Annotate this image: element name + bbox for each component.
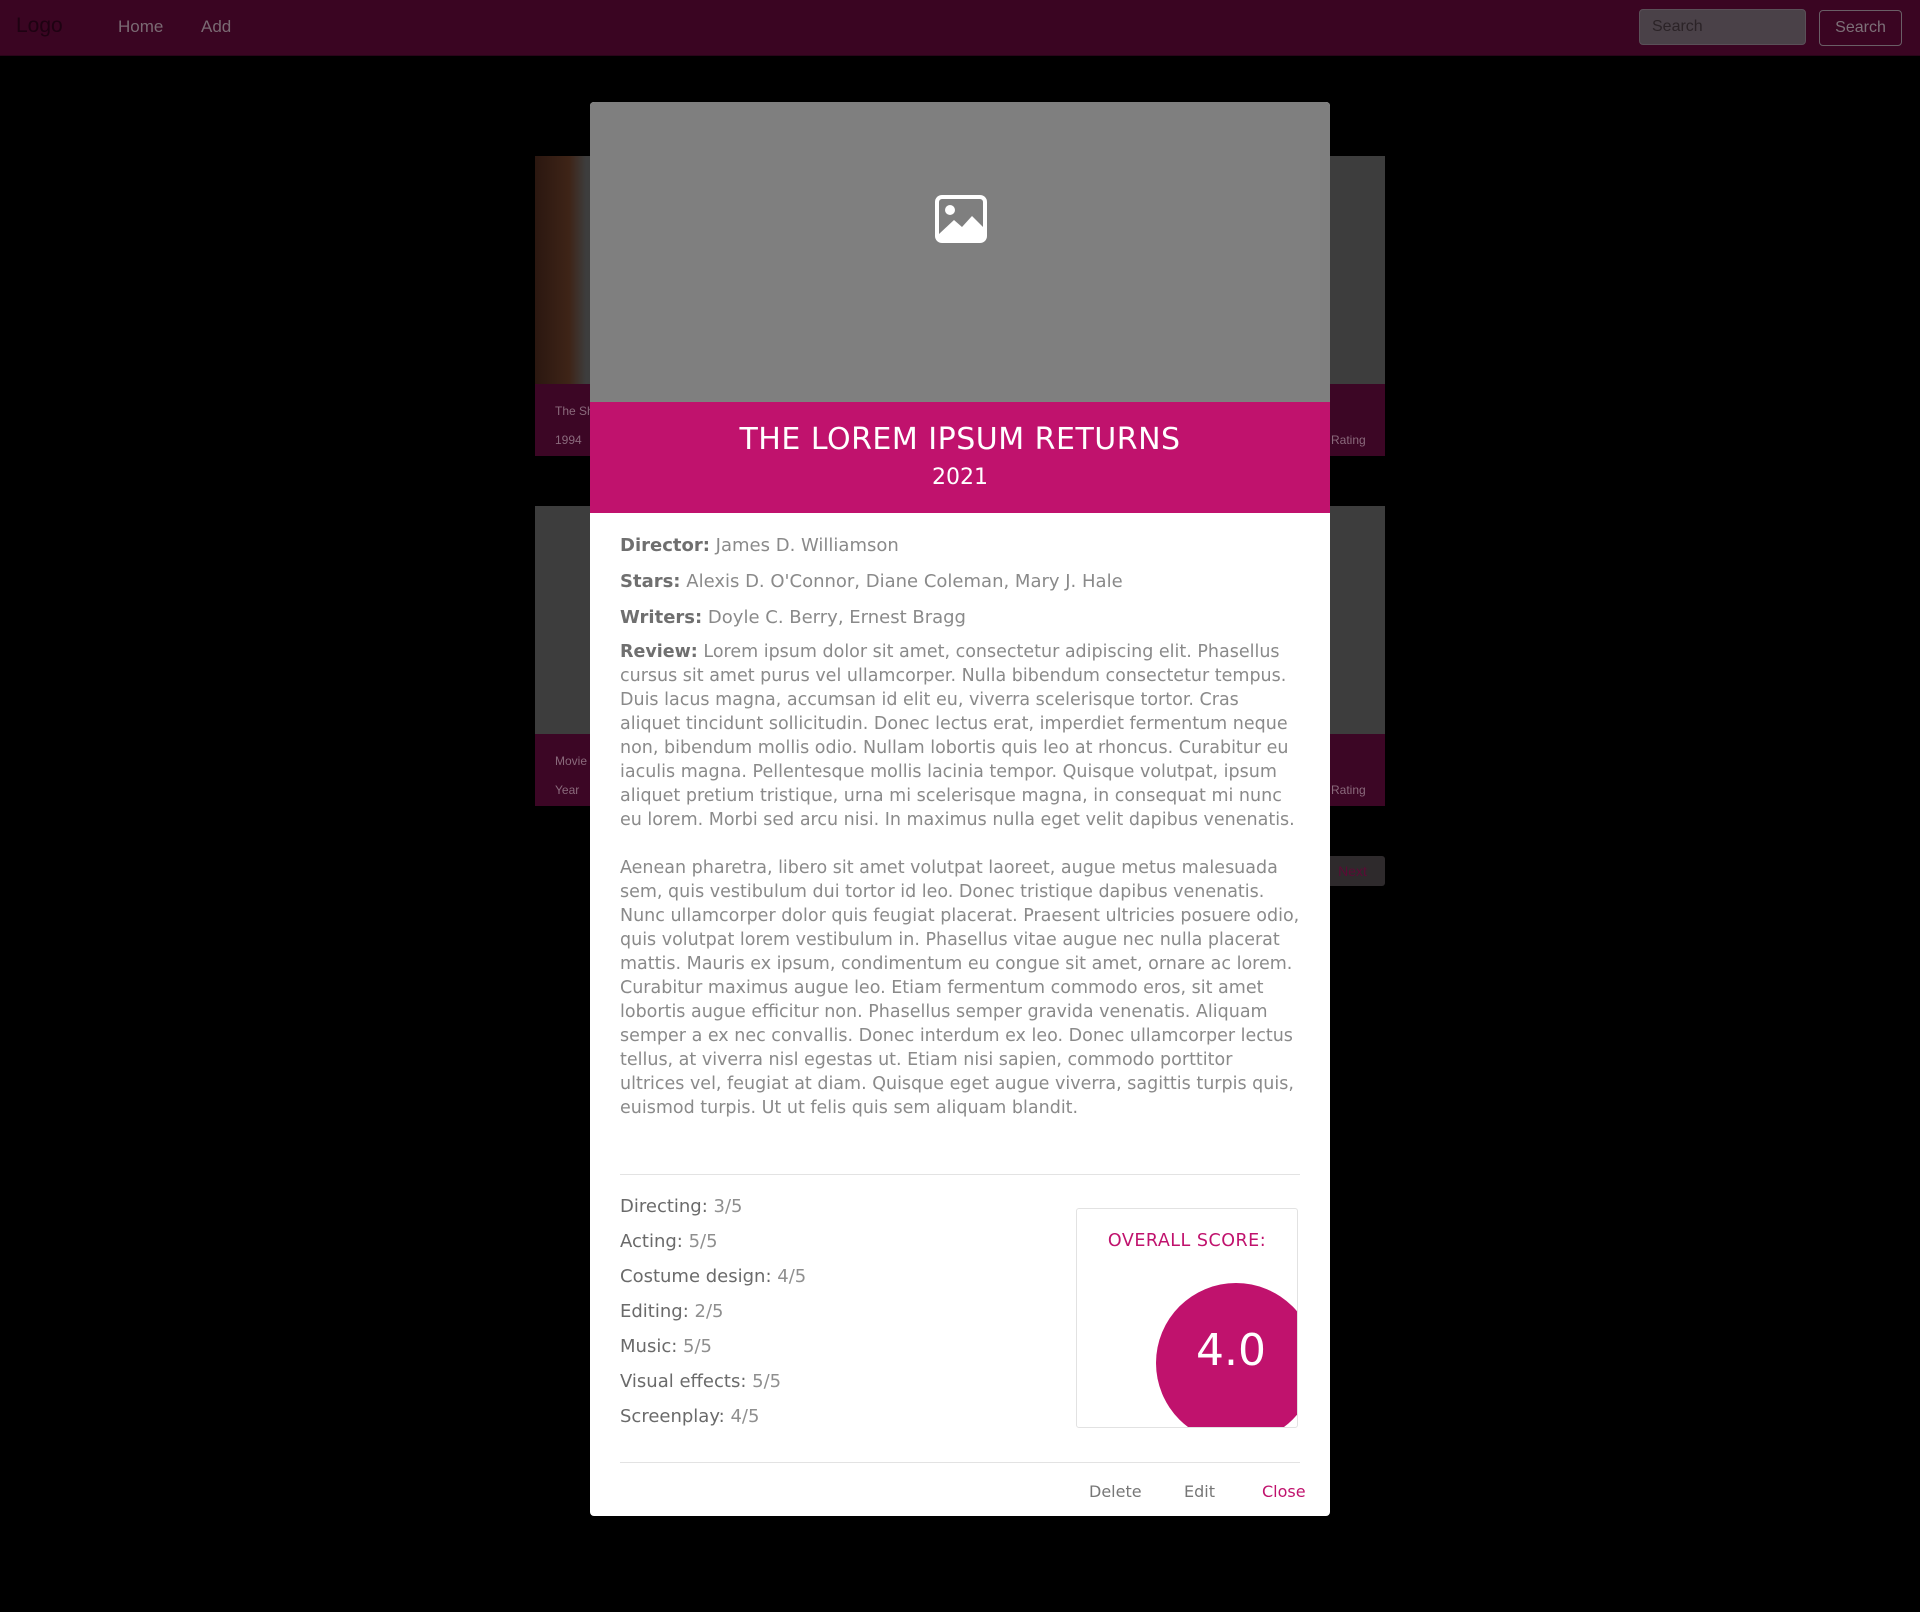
review-label: Review: bbox=[620, 642, 698, 662]
director-label: Director: bbox=[620, 535, 710, 556]
review-paragraph: Aenean pharetra, libero sit amet volutpa… bbox=[620, 858, 1300, 1118]
rating-value: 5/5 bbox=[683, 1336, 712, 1357]
movie-title: THE LOREM IPSUM RETURNS bbox=[739, 422, 1181, 457]
movie-header: THE LOREM IPSUM RETURNS 2021 bbox=[590, 402, 1330, 513]
stars-row: Stars: Alexis D. O'Connor, Diane Coleman… bbox=[620, 571, 1123, 592]
movie-detail-modal: THE LOREM IPSUM RETURNS 2021 Director: J… bbox=[590, 102, 1330, 1516]
writers-value: Doyle C. Berry, Ernest Bragg bbox=[707, 607, 966, 628]
rating-value: 5/5 bbox=[688, 1231, 718, 1252]
writers-label: Writers: bbox=[620, 607, 703, 628]
stars-value: Alexis D. O'Connor, Diane Coleman, Mary … bbox=[686, 571, 1123, 592]
section-divider bbox=[620, 1174, 1300, 1175]
writers-row: Writers: Doyle C. Berry, Ernest Bragg bbox=[620, 607, 966, 628]
edit-button[interactable]: Edit bbox=[1184, 1482, 1215, 1501]
movie-year: 2021 bbox=[932, 465, 988, 490]
image-icon bbox=[935, 195, 987, 243]
logo[interactable]: Logo bbox=[16, 14, 63, 38]
review-text: Review: Lorem ipsum dolor sit amet, cons… bbox=[620, 640, 1300, 1120]
rating-row: Editing: 2/5 bbox=[620, 1301, 723, 1322]
search-input[interactable] bbox=[1639, 9, 1806, 45]
stars-label: Stars: bbox=[620, 571, 681, 592]
movie-card-rating: Rating bbox=[1331, 783, 1366, 797]
movie-card-rating: Rating bbox=[1331, 433, 1366, 447]
rating-label: Visual effects: bbox=[620, 1371, 747, 1392]
nav-link-add[interactable]: Add bbox=[201, 17, 231, 37]
rating-label: Costume design: bbox=[620, 1266, 772, 1287]
rating-label: Directing: bbox=[620, 1196, 708, 1217]
nav-link-home[interactable]: Home bbox=[118, 17, 163, 37]
director-row: Director: James D. Williamson bbox=[620, 535, 899, 556]
director-value: James D. Williamson bbox=[715, 535, 899, 556]
rating-label: Acting: bbox=[620, 1231, 683, 1252]
delete-button[interactable]: Delete bbox=[1089, 1482, 1142, 1501]
movie-card-title: The Sh bbox=[555, 404, 594, 418]
close-button[interactable]: Close bbox=[1262, 1482, 1306, 1501]
overall-score-box: OVERALL SCORE: 4.0 bbox=[1076, 1208, 1298, 1428]
rating-row: Costume design: 4/5 bbox=[620, 1266, 806, 1287]
movie-card-year: Year bbox=[555, 783, 580, 797]
rating-value: 2/5 bbox=[694, 1301, 724, 1322]
rating-label: Screenplay: bbox=[620, 1406, 725, 1427]
rating-value: 5/5 bbox=[752, 1371, 782, 1392]
overall-score-label: OVERALL SCORE: bbox=[1107, 1231, 1267, 1251]
rating-row: Acting: 5/5 bbox=[620, 1231, 718, 1252]
movie-card-year: 1994 bbox=[555, 433, 582, 447]
rating-row: Music: 5/5 bbox=[620, 1336, 712, 1357]
rating-row: Visual effects: 5/5 bbox=[620, 1371, 781, 1392]
navbar: Logo Home Add Search bbox=[0, 0, 1920, 56]
review-paragraph-text: Lorem ipsum dolor sit amet, consectetur … bbox=[620, 642, 1295, 830]
movie-card-title: Movie bbox=[555, 754, 588, 768]
search-button[interactable]: Search bbox=[1819, 10, 1902, 46]
rating-row: Directing: 3/5 bbox=[620, 1196, 743, 1217]
rating-row: Screenplay: 4/5 bbox=[620, 1406, 759, 1427]
rating-value: 4/5 bbox=[777, 1266, 807, 1287]
review-paragraph: Review: Lorem ipsum dolor sit amet, cons… bbox=[620, 640, 1300, 832]
footer-divider bbox=[620, 1462, 1300, 1463]
rating-label: Editing: bbox=[620, 1301, 689, 1322]
rating-label: Music: bbox=[620, 1336, 678, 1357]
movie-image-placeholder bbox=[590, 102, 1330, 402]
rating-value: 4/5 bbox=[730, 1406, 760, 1427]
rating-value: 3/5 bbox=[713, 1196, 743, 1217]
overall-score-value: 4.0 bbox=[1196, 1325, 1266, 1376]
